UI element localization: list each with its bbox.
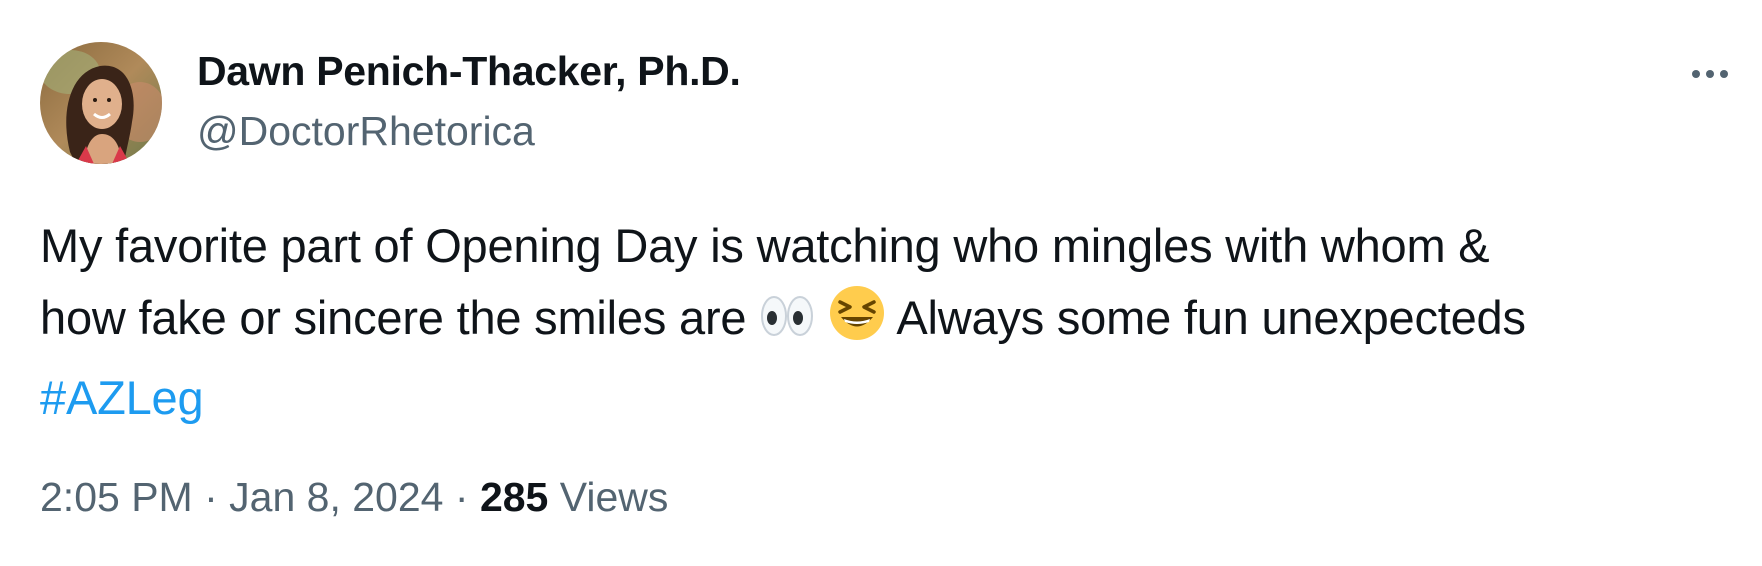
more-icon — [1692, 70, 1700, 78]
tweet-date-link[interactable]: Jan 8, 2024 — [229, 474, 443, 520]
tweet-text-line: My favorite part of Opening Day is watch… — [40, 219, 1490, 272]
separator: · — [454, 474, 469, 520]
more-icon-dot — [1720, 70, 1728, 78]
tweet-text-fragment: how fake or sincere the smiles are — [40, 291, 747, 344]
grinning-squinting-face-emoji-icon — [828, 284, 886, 362]
tweet-card: Dawn Penich-Thacker, Ph.D. @DoctorRhetor… — [0, 0, 1762, 566]
eyes-emoji-icon — [759, 290, 815, 362]
separator: · — [204, 474, 218, 520]
tweet-time-link[interactable]: 2:05 PM — [40, 474, 193, 520]
views-label: Views — [559, 474, 669, 520]
more-options-button[interactable] — [1680, 54, 1740, 94]
tweet-text-fragment: Always some fun unexpecteds — [896, 291, 1526, 344]
hashtag-link[interactable]: #AZLeg — [40, 371, 204, 424]
tweet-text-line: how fake or sincere the smiles are Alway… — [40, 282, 1730, 362]
avatar[interactable] — [40, 42, 162, 164]
profile-photo-icon — [40, 42, 162, 164]
author-display-name[interactable]: Dawn Penich-Thacker, Ph.D. — [197, 48, 741, 95]
tweet-text-line: #AZLeg — [40, 362, 1730, 434]
tweet-metadata: 2:05 PM · Jan 8, 2024 · 285 Views — [40, 474, 668, 521]
views-count: 285 — [479, 474, 549, 520]
tweet-text: My favorite part of Opening Day is watch… — [40, 210, 1730, 434]
author-handle[interactable]: @DoctorRhetorica — [197, 108, 535, 155]
more-icon-dot — [1706, 70, 1714, 78]
